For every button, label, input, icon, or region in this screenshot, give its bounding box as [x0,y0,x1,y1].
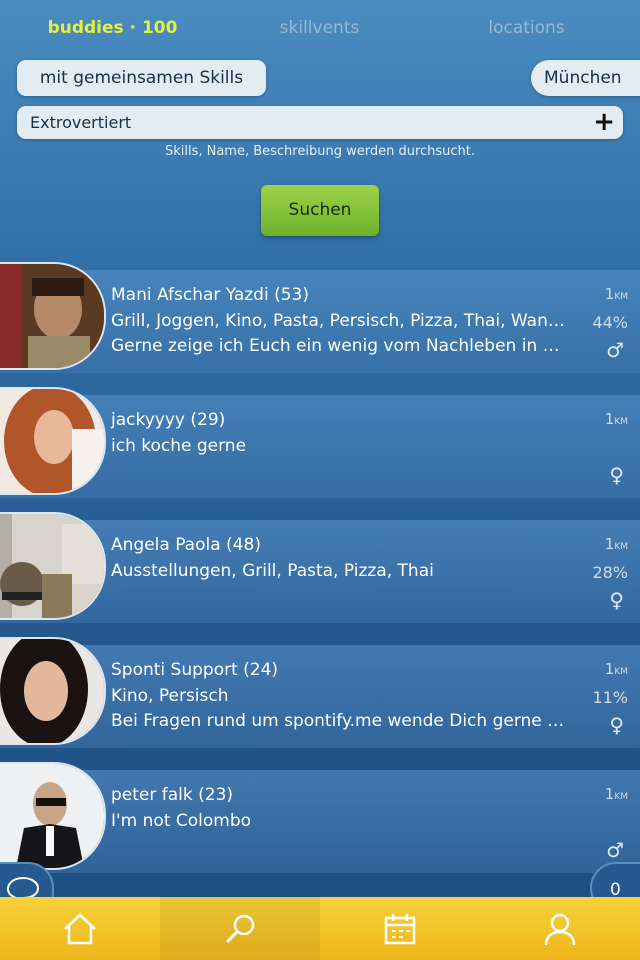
search-icon [225,914,255,943]
male-icon: ♂ [606,838,624,862]
list-item[interactable]: peter falk (23) I'm not Colombo 1KM ♂ [0,762,640,873]
match-percent: 28% [592,563,628,582]
profile-icon [544,913,576,945]
nav-home[interactable] [0,897,160,960]
female-icon: ♀ [609,588,624,612]
female-icon: ♀ [609,463,624,487]
distance: 1KM [604,785,628,803]
buddy-skills: Ausstellungen, Grill, Pasta, Pizza, Thai [111,561,434,581]
city-filter-button[interactable]: München [531,60,640,96]
buddy-skills: Grill, Joggen, Kino, Pasta, Persisch, Pi… [111,311,573,331]
female-icon: ♀ [609,713,624,737]
distance: 1KM [604,410,628,428]
distance: 1KM [604,285,628,303]
buddy-name: Mani Afschar Yazdi (53) [111,285,309,305]
list-item[interactable]: Sponti Support (24) Kino, Persisch Bei F… [0,637,640,748]
tab-skillvents[interactable]: skillvents [213,18,426,38]
nav-profile[interactable] [480,897,640,960]
buddy-description: I'm not Colombo [111,811,252,831]
match-percent: 11% [592,688,628,707]
skills-filter-button[interactable]: mit gemeinsamen Skills [17,60,266,96]
buddy-name: Angela Paola (48) [111,535,261,555]
add-icon[interactable]: + [593,106,615,139]
tab-buddies[interactable]: buddies · 100 [6,18,219,38]
tab-locations[interactable]: locations [420,18,633,38]
avatar [0,512,106,620]
list-item[interactable]: Angela Paola (48) Ausstellungen, Grill, … [0,512,640,623]
top-tab-bar: buddies · 100 skillvents locations [0,0,640,58]
male-icon: ♂ [606,338,624,362]
avatar [0,762,106,870]
match-percent: 44% [592,313,628,332]
distance: 1KM [604,535,628,553]
buddy-description: Bei Fragen rund um spontify.me wende Dic… [111,711,573,731]
buddy-name: peter falk (23) [111,785,234,805]
list-item[interactable]: Mani Afschar Yazdi (53) Grill, Joggen, K… [0,262,640,373]
home-icon [64,912,96,944]
buddy-name: Sponti Support (24) [111,660,279,680]
buddy-description: ich koche gerne [111,436,247,456]
avatar [0,637,106,745]
distance: 1KM [604,660,628,678]
buddy-name: jackyyyy (29) [111,410,226,430]
buddy-description: Gerne zeige ich Euch ein wenig vom Nachl… [111,336,573,356]
buddy-skills: Kino, Persisch [111,686,229,706]
avatar [0,387,106,495]
list-item[interactable]: jackyyyy (29) ich koche gerne 1KM ♀ [0,387,640,498]
nav-search[interactable] [160,897,320,960]
search-hint: Skills, Name, Beschreibung werden durchs… [164,144,476,159]
calendar-icon [384,913,416,944]
bottom-nav-bar [0,897,640,960]
nav-events[interactable] [320,897,480,960]
trait-value: Extrovertiert [30,113,132,132]
avatar [0,262,106,370]
search-button[interactable]: Suchen [261,185,379,236]
trait-filter-field[interactable]: Extrovertiert + [17,106,623,139]
